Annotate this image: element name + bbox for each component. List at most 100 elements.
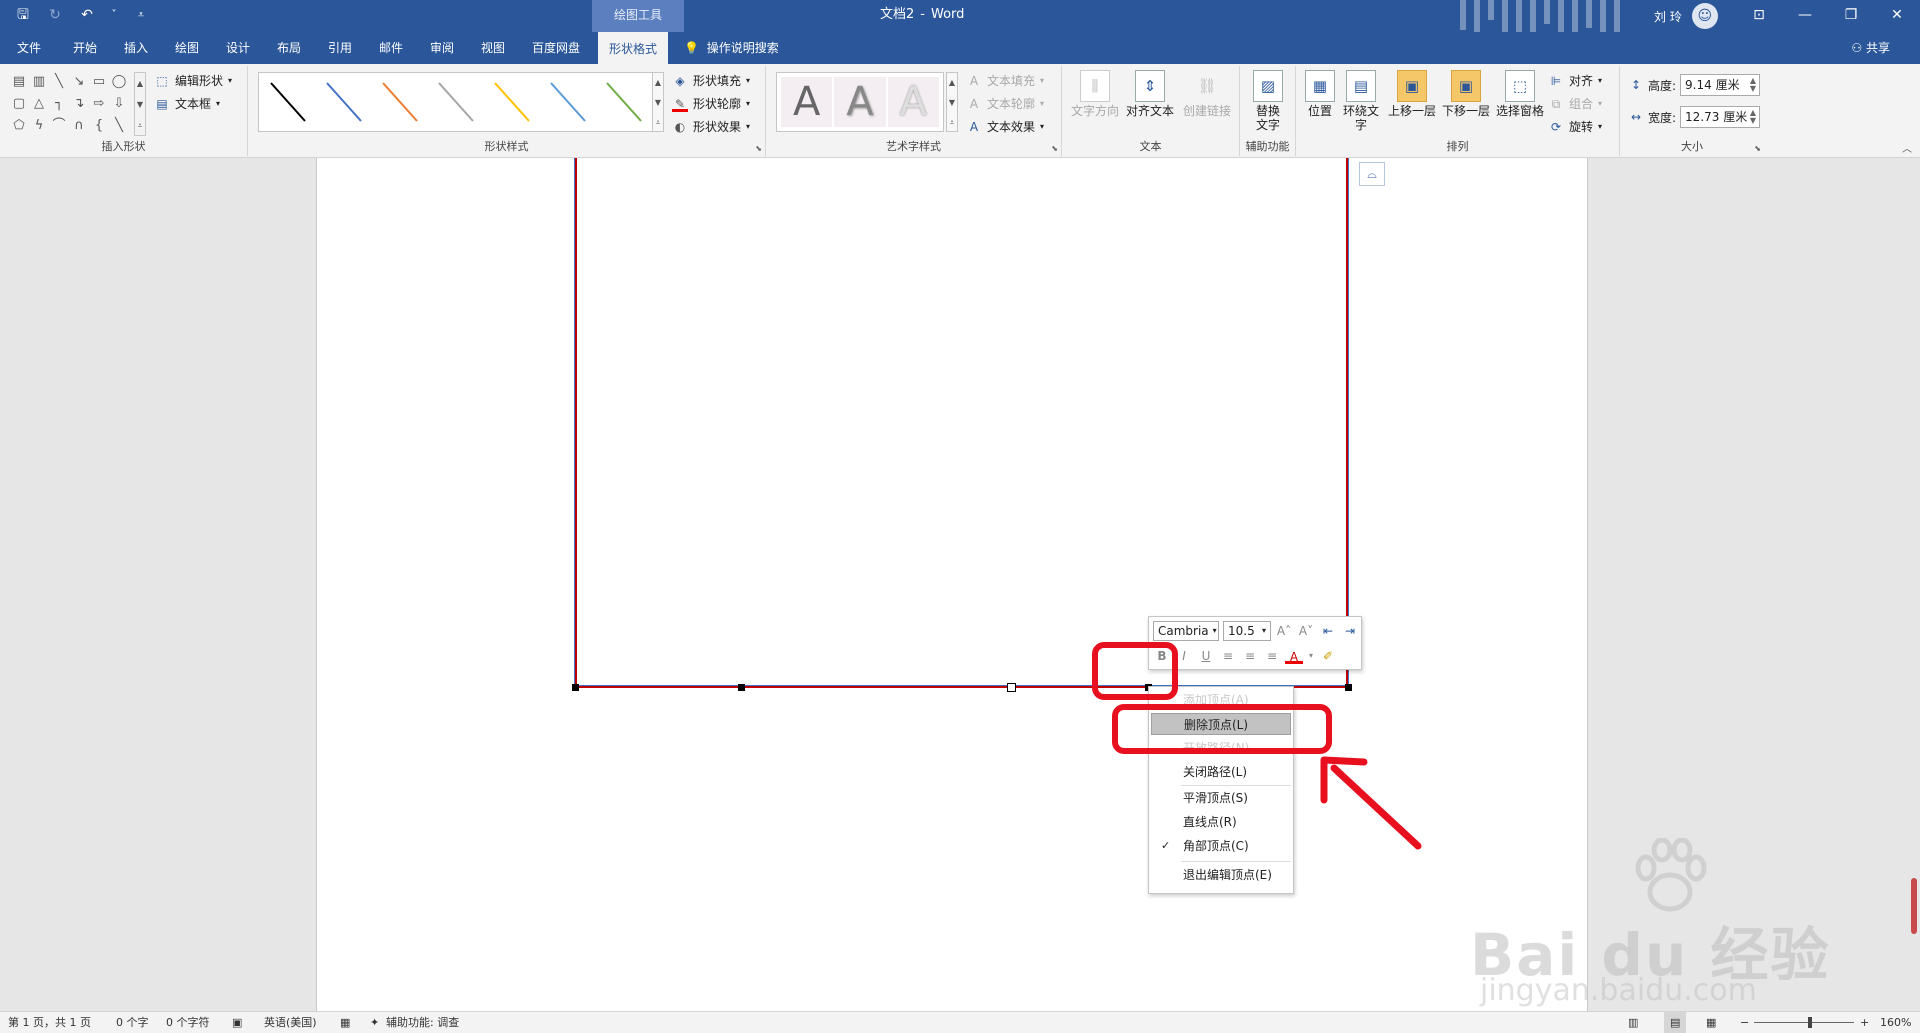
redo-icon[interactable]: ↻ — [46, 6, 64, 24]
diagonal-line-shape-icon[interactable]: ╲ — [110, 116, 128, 136]
zoom-out-icon[interactable]: − — [1740, 1012, 1749, 1033]
textbox-button[interactable]: ▤ 文本框 ▾ — [154, 95, 220, 112]
bring-forward-button[interactable]: ▣ 上移一层 — [1386, 70, 1438, 118]
style-blue-line[interactable] — [326, 82, 362, 122]
proofing-icon[interactable]: ▣ — [232, 1012, 242, 1033]
layout-options-icon[interactable]: ⌓ — [1359, 162, 1385, 186]
font-color-icon[interactable]: A — [1285, 648, 1303, 664]
dialog-launcher-icon[interactable]: ⬊ — [755, 144, 762, 153]
rotate-button[interactable]: ⟳ 旋转 ▾ — [1548, 118, 1602, 135]
height-input[interactable]: 9.14 厘米 ▲ ▼ — [1680, 74, 1761, 96]
tab-draw[interactable]: 绘图 — [172, 32, 202, 64]
underline-icon[interactable]: U — [1197, 647, 1215, 665]
word-count[interactable]: 0 个字 — [116, 1012, 149, 1033]
minimize-button[interactable]: — — [1782, 0, 1828, 32]
tab-layout[interactable]: 布局 — [274, 32, 304, 64]
save-icon[interactable]: 🖫 — [14, 6, 32, 24]
spinner-icon[interactable]: ▲ ▼ — [1750, 109, 1756, 125]
right-arrow-shape-icon[interactable]: ⇨ — [90, 94, 108, 114]
tab-shape-format[interactable]: 形状格式 — [598, 32, 668, 64]
undo-dropdown-icon[interactable]: ˅ — [110, 6, 118, 24]
font-name-dropdown[interactable]: Cambria ▾ — [1153, 621, 1219, 641]
tab-design[interactable]: 设计 — [223, 32, 253, 64]
text-fill-button[interactable]: A 文本填充 ▾ — [966, 72, 1044, 89]
elbow-arrow-shape-icon[interactable]: ↴ — [70, 94, 88, 114]
rectangle-shape-icon[interactable]: ▭ — [90, 72, 108, 92]
style-orange-line[interactable] — [382, 82, 418, 122]
tab-review[interactable]: 审阅 — [427, 32, 457, 64]
vertex-handle[interactable] — [738, 684, 745, 691]
shape-styles-scroll[interactable]: ▲ ▼ ⩡ — [652, 72, 664, 132]
scroll-indicator[interactable] — [1911, 878, 1917, 934]
account[interactable]: 刘 玲 ☺ — [1654, 0, 1718, 32]
ribbon-display-options-icon[interactable]: ⊡ — [1736, 0, 1782, 32]
style-green-line[interactable] — [606, 82, 642, 122]
send-backward-button[interactable]: ▣ 下移一层 — [1440, 70, 1492, 118]
lightning-shape-icon[interactable]: ϟ — [30, 116, 48, 136]
zoom-in-icon[interactable]: + — [1860, 1012, 1869, 1033]
decrease-font-icon[interactable]: A˅ — [1297, 622, 1315, 640]
elbow-connector-shape-icon[interactable]: ┐ — [50, 94, 68, 114]
accessibility-icon[interactable]: ✦ — [370, 1012, 379, 1033]
menu-item-corner-point[interactable]: ✓ 角部顶点(C) — [1151, 835, 1291, 857]
rounded-rectangle-shape-icon[interactable]: ▢ — [10, 94, 28, 114]
print-layout-icon[interactable]: ▤ — [1664, 1012, 1687, 1033]
macro-icon[interactable]: ▦ — [340, 1012, 350, 1033]
zoom-slider-thumb[interactable] — [1808, 1017, 1812, 1028]
selection-pane-button[interactable]: ⬚ 选择窗格 — [1494, 70, 1546, 118]
collapse-ribbon-icon[interactable]: ︿ — [1902, 140, 1912, 155]
read-mode-icon[interactable]: ▥ — [1628, 1012, 1638, 1033]
curve-shape-icon[interactable]: ∩ — [70, 116, 88, 136]
vertex-handle[interactable] — [1345, 684, 1352, 691]
avatar-icon[interactable]: ☺ — [1691, 3, 1718, 29]
tab-mailings[interactable]: 邮件 — [376, 32, 406, 64]
menu-item-exit-edit-points[interactable]: 退出编辑顶点(E) — [1151, 864, 1291, 886]
position-button[interactable]: ▦ 位置 — [1302, 70, 1338, 118]
textbox-shape-icon[interactable]: ▤ — [10, 72, 28, 92]
page-count[interactable]: 第 1 页，共 1 页 — [8, 1012, 91, 1033]
menu-item-close-path[interactable]: 关闭路径(L) — [1151, 761, 1291, 783]
vertical-textbox-shape-icon[interactable]: ▥ — [30, 72, 48, 92]
style-black-line[interactable] — [270, 82, 306, 122]
create-link-button[interactable]: ⛓ 创建链接 — [1180, 70, 1234, 119]
restore-button[interactable]: ❐ — [1828, 0, 1874, 32]
align-center-icon[interactable]: ≡ — [1241, 647, 1259, 665]
tab-home[interactable]: 开始 — [70, 32, 100, 64]
alt-text-button[interactable]: ▨ 替换文字 — [1246, 70, 1290, 132]
shapes-gallery-scroll[interactable]: ▲ ▼ ⩡ — [134, 72, 146, 136]
tab-baidu-netdisk[interactable]: 百度网盘 — [528, 32, 584, 64]
decrease-indent-icon[interactable]: ⇤ — [1319, 622, 1337, 640]
dialog-launcher-icon[interactable]: ⬊ — [1051, 144, 1058, 153]
wordart-style-1[interactable]: A — [781, 77, 833, 127]
shape-left-edge[interactable] — [574, 158, 577, 688]
style-gray-line[interactable] — [438, 82, 474, 122]
accessibility-status[interactable]: 辅助功能: 调查 — [386, 1012, 459, 1033]
increase-indent-icon[interactable]: ⇥ — [1341, 622, 1359, 640]
triangle-shape-icon[interactable]: △ — [30, 94, 48, 114]
tab-view[interactable]: 视图 — [478, 32, 508, 64]
format-painter-icon[interactable]: ✐ — [1319, 647, 1337, 665]
align-text-button[interactable]: ⇕ 对齐文本 — [1124, 70, 1176, 118]
customize-qat-icon[interactable]: ⩡ — [132, 6, 150, 24]
line-shape-icon[interactable]: ╲ — [50, 72, 68, 92]
language[interactable]: 英语(美国) — [264, 1012, 317, 1033]
menu-item-straight-point[interactable]: 直线点(R) — [1151, 811, 1291, 833]
zoom-slider-track[interactable] — [1754, 1022, 1854, 1023]
align-button[interactable]: ⊫ 对齐 ▾ — [1548, 72, 1602, 89]
font-size-dropdown[interactable]: 10.5 ▾ — [1223, 621, 1271, 641]
text-effects-button[interactable]: A 文本效果 ▾ — [966, 118, 1044, 135]
close-button[interactable]: ✕ — [1874, 0, 1920, 32]
wordart-style-3[interactable]: A — [887, 77, 939, 127]
wordart-style-2[interactable]: A — [834, 77, 886, 127]
style-gold-line[interactable] — [494, 82, 530, 122]
chevron-down-icon[interactable]: ▾ — [1307, 647, 1315, 665]
style-lightblue-line[interactable] — [550, 82, 586, 122]
shape-outline-button[interactable]: ✎ 形状轮廓 ▾ — [672, 95, 750, 112]
increase-font-icon[interactable]: A˄ — [1275, 622, 1293, 640]
tab-references[interactable]: 引用 — [325, 32, 355, 64]
document-page[interactable] — [316, 158, 1588, 1011]
char-count[interactable]: 0 个字符 — [166, 1012, 210, 1033]
undo-icon[interactable]: ↶ — [78, 6, 96, 24]
align-left-icon[interactable]: ≡ — [1219, 647, 1237, 665]
down-arrow-shape-icon[interactable]: ⇩ — [110, 94, 128, 114]
